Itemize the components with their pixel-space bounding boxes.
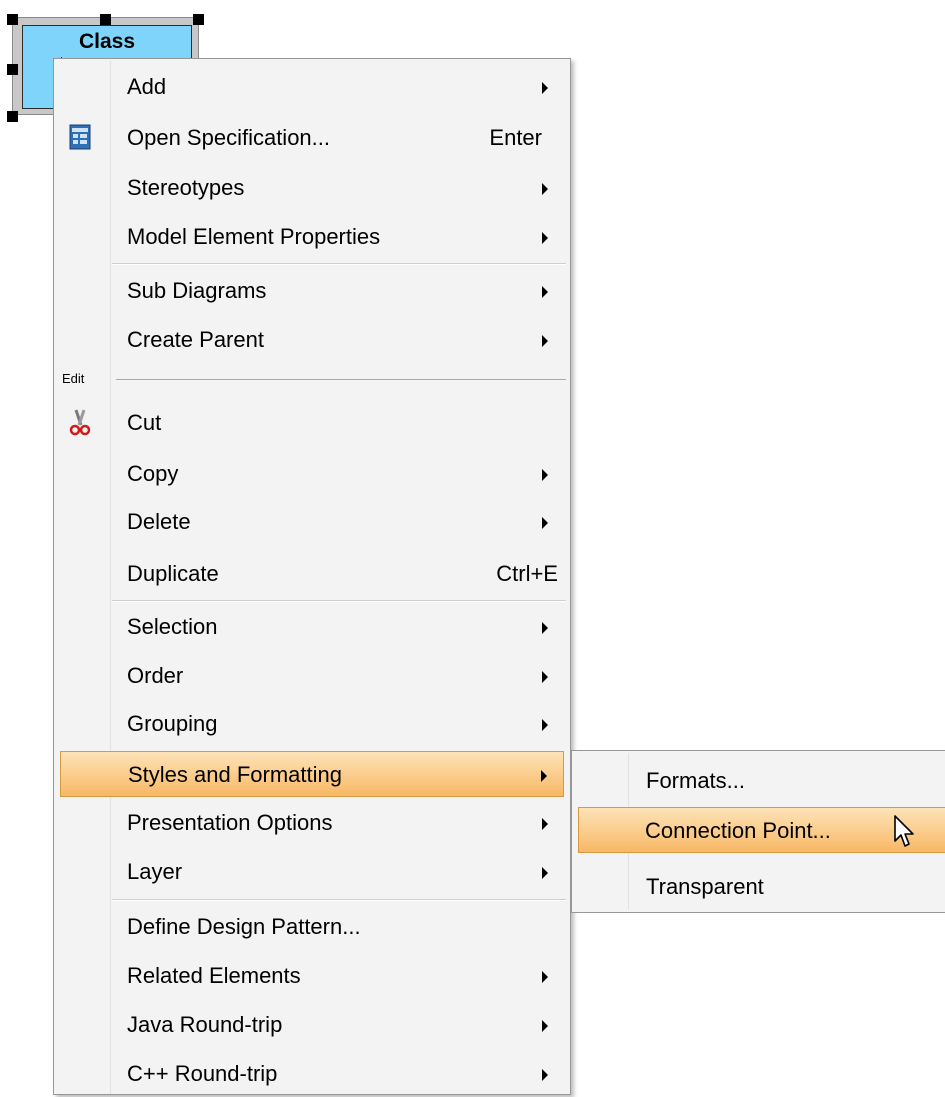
menu-item-label: Java Round-trip	[127, 1012, 283, 1037]
menu-item-selection[interactable]: Selection	[56, 604, 568, 650]
menu-item-label: Connection Point...	[645, 818, 831, 843]
submenu-arrow-icon	[542, 1020, 548, 1032]
submenu-arrow-icon	[542, 183, 548, 195]
menu-item-duplicate[interactable]: Duplicate Ctrl+E	[56, 551, 568, 597]
menu-item-label: Open Specification...	[127, 125, 331, 150]
submenu-arrow-icon	[542, 818, 548, 830]
submenu-arrow-icon	[542, 517, 548, 529]
menu-item-delete[interactable]: Delete	[56, 499, 568, 545]
scissors-icon	[69, 409, 91, 436]
menu-item-related-elements[interactable]: Related Elements	[56, 953, 568, 999]
menu-item-label: Presentation Options	[127, 810, 333, 835]
menu-item-grouping[interactable]: Grouping	[56, 701, 568, 747]
menu-item-styles-and-formatting[interactable]: Styles and Formatting	[60, 751, 564, 797]
menu-item-shortcut: Ctrl+E	[496, 561, 558, 586]
menu-item-label: Stereotypes	[127, 175, 245, 200]
menu-item-label: Add	[127, 74, 167, 99]
submenu-arrow-icon	[542, 82, 548, 94]
menu-item-label: Cut	[127, 410, 162, 435]
menu-item-label: Layer	[127, 859, 183, 884]
mouse-cursor-icon	[894, 815, 914, 847]
group-header-line-right	[116, 379, 566, 380]
submenu-arrow-icon	[542, 469, 548, 481]
submenu-arrow-icon	[542, 622, 548, 634]
menu-item-label: Delete	[127, 509, 191, 534]
resize-handle-top-center[interactable]	[100, 14, 111, 25]
resize-handle-top-right[interactable]	[193, 14, 204, 25]
menu-item-sub-diagrams[interactable]: Sub Diagrams	[56, 268, 568, 314]
submenu-arrow-icon	[542, 671, 548, 683]
menu-separator	[112, 600, 566, 602]
submenu-arrow-icon	[542, 971, 548, 983]
menu-item-create-parent[interactable]: Create Parent	[56, 317, 568, 363]
submenu-arrow-icon	[542, 286, 548, 298]
menu-item-order[interactable]: Order	[56, 653, 568, 699]
styles-and-formatting-submenu: Formats... Connection Point... Transpare…	[571, 750, 945, 913]
menu-item-shortcut: Enter	[489, 125, 542, 150]
menu-item-model-element-properties[interactable]: Model Element Properties	[56, 214, 568, 260]
menu-item-label: Selection	[127, 614, 218, 639]
submenu-arrow-icon	[542, 232, 548, 244]
menu-item-label: Create Parent	[127, 327, 264, 352]
context-menu: Add Open Specification... Enter Stereoty…	[53, 58, 571, 1095]
resize-handle-middle-left[interactable]	[7, 64, 18, 75]
submenu-arrow-icon	[542, 335, 548, 347]
menu-item-label: Formats...	[646, 768, 746, 793]
specification-icon	[69, 124, 91, 150]
resize-handle-bottom-left[interactable]	[7, 111, 18, 122]
menu-item-layer[interactable]: Layer	[56, 849, 568, 895]
menu-item-label: Duplicate	[127, 561, 219, 586]
menu-item-cpp-round-trip[interactable]: C++ Round-trip	[56, 1051, 568, 1097]
menu-item-label: Copy	[127, 461, 179, 486]
menu-item-label: C++ Round-trip	[127, 1061, 278, 1086]
menu-item-stereotypes[interactable]: Stereotypes	[56, 165, 568, 211]
menu-item-add[interactable]: Add	[56, 64, 568, 110]
submenu-item-formats[interactable]: Formats...	[574, 758, 945, 804]
menu-item-label: Sub Diagrams	[127, 278, 267, 303]
submenu-arrow-icon	[542, 1069, 548, 1081]
menu-item-label: Model Element Properties	[127, 224, 381, 249]
menu-item-open-specification[interactable]: Open Specification... Enter	[56, 115, 568, 161]
menu-item-label: Related Elements	[127, 963, 301, 988]
resize-handle-top-left[interactable]	[7, 14, 18, 25]
menu-separator	[112, 263, 566, 265]
submenu-arrow-icon	[541, 770, 547, 782]
menu-item-label: Grouping	[127, 711, 218, 736]
group-header-edit: Edit	[54, 371, 87, 387]
menu-item-label: Transparent	[646, 874, 764, 899]
submenu-item-connection-point[interactable]: Connection Point...	[578, 807, 945, 853]
submenu-arrow-icon	[542, 719, 548, 731]
menu-item-define-design-pattern[interactable]: Define Design Pattern...	[56, 904, 568, 950]
menu-item-copy[interactable]: Copy	[56, 451, 568, 497]
menu-item-presentation-options[interactable]: Presentation Options	[56, 800, 568, 846]
menu-item-label: Order	[127, 663, 184, 688]
menu-item-label: Define Design Pattern...	[127, 914, 361, 939]
submenu-arrow-icon	[542, 867, 548, 879]
menu-item-label: Styles and Formatting	[128, 762, 342, 787]
submenu-item-transparent[interactable]: Transparent	[574, 864, 945, 910]
menu-item-java-round-trip[interactable]: Java Round-trip	[56, 1002, 568, 1048]
menu-item-cut[interactable]: Cut	[56, 400, 568, 446]
class-shape-name[interactable]: Class	[22, 25, 192, 59]
menu-separator	[112, 899, 566, 901]
